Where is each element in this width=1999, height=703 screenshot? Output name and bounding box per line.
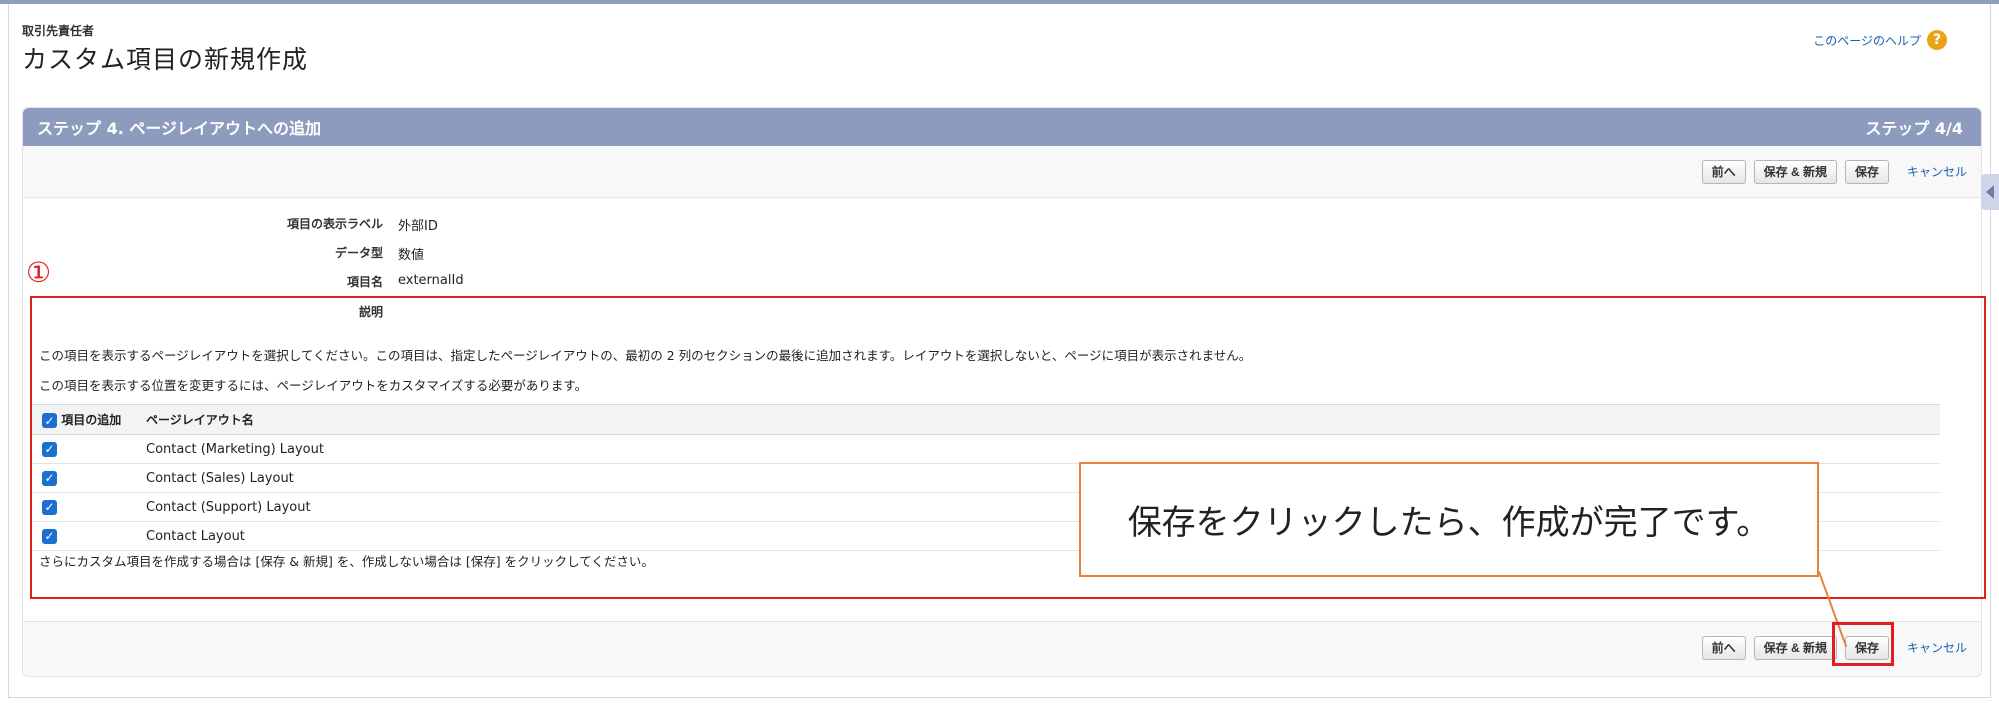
layout-checkbox[interactable]: ✓ — [42, 499, 57, 515]
row-checkbox-cell: ✓ — [30, 463, 146, 493]
detail-label: データ型 — [334, 246, 383, 260]
cancel-link[interactable]: キャンセル — [1907, 639, 1967, 656]
save-button[interactable]: 保存 — [1844, 635, 1889, 660]
bottom-toolbar: 前へ 保存 & 新規 保存 キャンセル — [23, 621, 1981, 673]
add-field-header-label: 項目の追加 — [61, 413, 122, 427]
table-header-row: ✓ 項目の追加 ページレイアウト名 — [30, 404, 1940, 435]
row-checkbox-cell: ✓ — [30, 492, 146, 522]
save-button[interactable]: 保存 — [1844, 159, 1889, 184]
annotation-circle-number: ① — [26, 256, 52, 289]
detail-value: externalId — [398, 273, 464, 288]
row-checkbox-cell: ✓ — [30, 521, 146, 551]
sidebar-collapse-tab[interactable] — [1981, 174, 1999, 210]
detail-label: 項目の表示ラベル — [286, 217, 383, 231]
instruction-line-1: この項目を表示するページレイアウトを選択してください。この項目は、指定したページ… — [39, 348, 1252, 363]
help-link-label[interactable]: このページのヘルプ — [1813, 32, 1921, 49]
detail-label: 説明 — [358, 305, 383, 319]
table-row: ✓ Contact (Marketing) Layout — [30, 434, 1940, 464]
help-link[interactable]: このページのヘルプ ? — [1813, 30, 1947, 50]
top-toolbar: 前へ 保存 & 新規 保存 キャンセル — [23, 146, 1981, 198]
instruction-line-2: この項目を表示する位置を変更するには、ページレイアウトをカスタマイズする必要があ… — [39, 378, 588, 393]
step-counter: ステップ 4/4 — [1865, 119, 1963, 138]
step-panel: ステップ 4. ページレイアウトへの追加 ステップ 4/4 前へ 保存 & 新規… — [22, 107, 1982, 677]
save-new-button[interactable]: 保存 & 新規 — [1753, 635, 1837, 660]
select-all-checkbox[interactable]: ✓ — [42, 413, 57, 428]
cancel-link[interactable]: キャンセル — [1907, 163, 1967, 180]
detail-label: 項目名 — [346, 275, 383, 289]
layout-checkbox[interactable]: ✓ — [42, 470, 57, 486]
detail-value: 外部ID — [398, 219, 438, 234]
annotation-callout: 保存をクリックしたら、作成が完了です。 — [1079, 462, 1819, 577]
prev-button[interactable]: 前へ — [1701, 159, 1746, 184]
layout-name: Contact (Marketing) Layout — [146, 434, 1940, 464]
prev-button[interactable]: 前へ — [1701, 635, 1746, 660]
layout-checkbox[interactable]: ✓ — [42, 441, 57, 457]
add-field-header: ✓ 項目の追加 — [30, 404, 146, 435]
step-title: ステップ 4. ページレイアウトへの追加 — [37, 119, 322, 138]
save-new-button[interactable]: 保存 & 新規 — [1753, 159, 1837, 184]
step-header: ステップ 4. ページレイアウトへの追加 ステップ 4/4 — [23, 108, 1981, 146]
question-icon[interactable]: ? — [1927, 30, 1947, 50]
layout-name-header: ページレイアウト名 — [146, 404, 1940, 435]
page-title: カスタム項目の新規作成 — [22, 45, 309, 74]
object-label: 取引先責任者 — [22, 24, 95, 38]
layout-checkbox[interactable]: ✓ — [42, 528, 57, 544]
row-checkbox-cell: ✓ — [30, 434, 146, 464]
detail-value: 数値 — [398, 248, 425, 263]
instruction-footer: さらにカスタム項目を作成する場合は [保存 & 新規] を、作成しない場合は [… — [39, 554, 654, 569]
